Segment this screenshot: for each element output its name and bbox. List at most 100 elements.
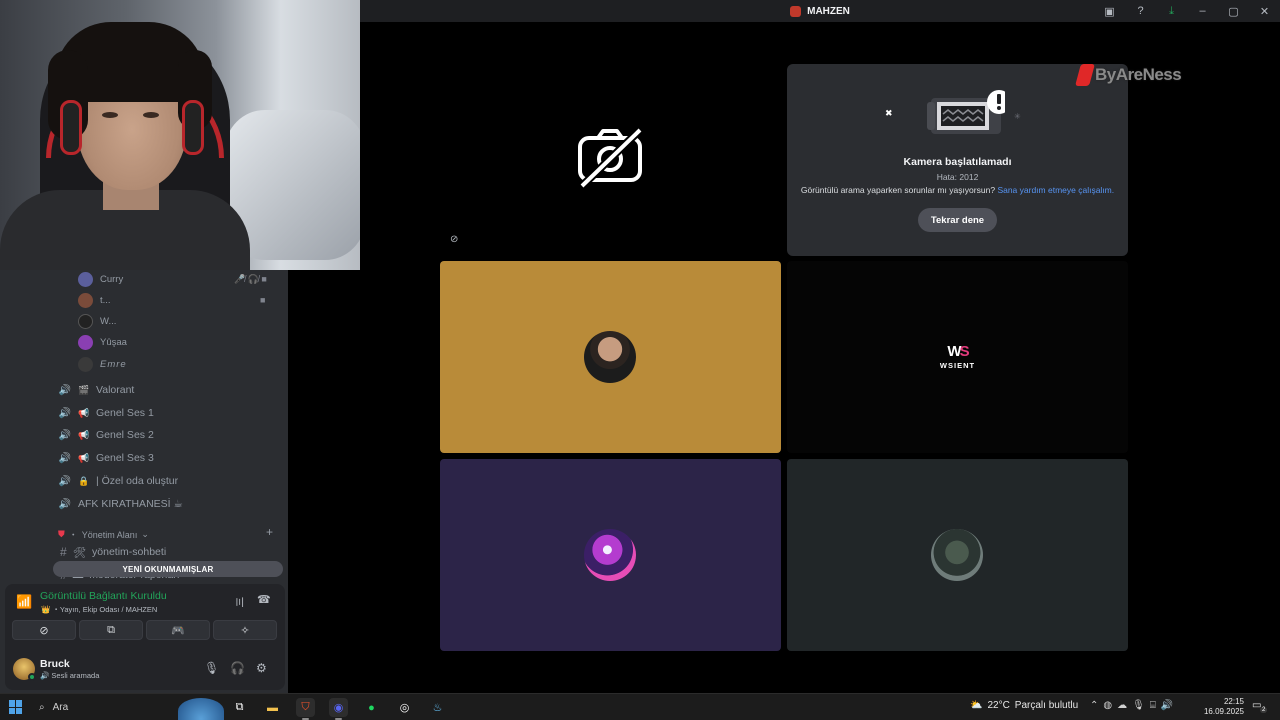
notification-center-icon[interactable]: ▭ 2: [1252, 700, 1268, 713]
webcam-eye-right: [143, 112, 159, 118]
voice-status-title[interactable]: Görüntülü Bağlantı Kuruldu: [40, 590, 167, 602]
member-name: Curry: [100, 273, 124, 285]
windows-start-icon[interactable]: [9, 700, 23, 714]
member-avatar: [78, 356, 93, 372]
soundboard-icon: ✧: [240, 624, 250, 637]
window-title-text: MAHZEN: [807, 5, 850, 17]
watermark-logo-icon: [1075, 64, 1095, 86]
voice-member[interactable]: Yûşaa: [78, 333, 127, 351]
file-explorer-icon[interactable]: ▬: [263, 698, 282, 717]
username[interactable]: Bruck: [40, 658, 70, 670]
system-tray: ⌃ ◍ ☁ 🎙 ⌸ 🔊: [1090, 700, 1173, 711]
volume-icon[interactable]: 🔊: [1161, 700, 1173, 711]
gear-icon[interactable]: ⚙: [256, 661, 267, 675]
voice-member[interactable]: W...: [78, 312, 116, 330]
brave-browser-icon[interactable]: ⛉: [296, 698, 315, 720]
video-tile-participant[interactable]: [440, 459, 781, 651]
minimize-button[interactable]: –: [1187, 0, 1218, 22]
webcam-overlay: [0, 0, 360, 270]
camera-off-icon: ⊘: [39, 624, 49, 637]
help-link[interactable]: Sana yardım etmeye çalışalım.: [997, 185, 1114, 195]
sparkle-x-icon: ✖: [885, 108, 893, 118]
headphones-icon[interactable]: 🎧: [230, 661, 245, 675]
chevron-up-icon[interactable]: ⌃: [1090, 700, 1098, 711]
voice-channel-ozel-oda[interactable]: 🔊 🔒 | Özel oda oluştur: [58, 471, 178, 491]
video-tile-participant[interactable]: [440, 261, 781, 453]
server-icon: [790, 5, 802, 17]
voice-channel-genel-ses-3[interactable]: 🔊 📢 Genel Ses 3: [58, 448, 154, 468]
title-bar-controls: ▣ ? ⤓ – ▢ ✕: [1094, 0, 1280, 22]
tray-app-icon[interactable]: ◍: [1103, 700, 1112, 711]
watermark-text: ByAreNess: [1095, 65, 1182, 84]
speaker-icon: 🔊: [58, 407, 72, 419]
voice-member[interactable]: t... ■: [78, 291, 265, 309]
screen-share-icon: ⧉: [107, 623, 115, 636]
channel-emoji: 📢: [78, 429, 90, 440]
category-name: Yönetim Alanı: [81, 529, 138, 540]
camera-error-code: Hata: 2012: [936, 172, 979, 182]
soundboard-button[interactable]: ✧: [213, 620, 277, 640]
close-button[interactable]: ✕: [1249, 0, 1280, 22]
shield-icon: ⛊: [58, 529, 65, 539]
create-channel-plus-icon[interactable]: +: [266, 525, 273, 539]
obs-icon[interactable]: ◎: [395, 698, 414, 717]
lock-icon: 🔒: [78, 475, 90, 486]
spotify-icon[interactable]: ●: [362, 698, 381, 717]
camera-error-help: Görüntülü arama yaparken sorunlar mı yaş…: [787, 185, 1128, 195]
category-dot: ・: [68, 530, 78, 540]
discord-app-icon[interactable]: ◉: [329, 698, 348, 720]
new-unreads-pill[interactable]: YENİ OKUNMAMIŞLAR: [53, 561, 283, 577]
inbox-icon[interactable]: ▣: [1094, 0, 1125, 22]
noise-suppression-icon[interactable]: 〣: [234, 594, 245, 610]
channel-name: AFK KIRATHANESİ ☕: [78, 498, 183, 510]
member-avatar: [78, 271, 93, 287]
channel-name: Valorant: [96, 384, 135, 396]
text-channel-yonetim-sohbeti[interactable]: # 🛠 yönetim-sohbeti: [60, 545, 166, 559]
ws-logo-text: WSIENT: [939, 361, 976, 370]
download-icon[interactable]: ⤓: [1156, 0, 1187, 22]
taskbar-search[interactable]: ⌕ Ara: [34, 697, 174, 718]
task-view-icon[interactable]: ⧉: [230, 698, 249, 717]
video-tile-stream[interactable]: WS WSIENT: [787, 261, 1128, 453]
voice-channel-valorant[interactable]: 🔊 🎬 Valorant: [58, 380, 135, 400]
member-name: t...: [100, 294, 111, 306]
member-avatar: [78, 334, 93, 350]
voice-channel-genel-ses-1[interactable]: 🔊 📢 Genel Ses 1: [58, 403, 154, 423]
disconnect-phone-icon[interactable]: ☎: [257, 593, 271, 606]
camera-toggle-button[interactable]: ⊘: [12, 620, 76, 640]
voice-member[interactable]: Curry 🎤̸ 🎧̸ ■: [78, 270, 267, 288]
retry-button[interactable]: Tekrar dene: [918, 208, 997, 232]
help-icon[interactable]: ?: [1125, 0, 1156, 22]
taskbar-clock[interactable]: 22:15 16.09.2025: [1198, 697, 1244, 717]
activity-button[interactable]: 🎮: [146, 620, 210, 640]
camera-off-icon: [578, 128, 643, 188]
voice-channel-genel-ses-2[interactable]: 🔊 📢 Genel Ses 2: [58, 425, 154, 445]
cloud-icon[interactable]: ☁: [1117, 700, 1127, 711]
gamepad-icon: 🎮: [171, 624, 185, 637]
video-tile-participant[interactable]: [787, 459, 1128, 651]
speaker-icon: 🔊: [58, 475, 72, 487]
category-yonetim-alani[interactable]: ⛊ ・ Yönetim Alanı ⌄: [58, 528, 149, 541]
member-status-icons: ■: [260, 295, 266, 305]
channel-name: Genel Ses 1: [96, 407, 154, 419]
window-title: MAHZEN: [790, 5, 850, 17]
stream-watermark: ByAreNess: [1075, 64, 1182, 86]
steam-icon[interactable]: ♨: [428, 698, 447, 717]
hide-self-view-icon[interactable]: ⊘: [450, 234, 458, 245]
tray-microphone-icon[interactable]: 🎙: [1132, 700, 1145, 711]
camera-error-card: ✖ ✳ Kamera başlatılamadı Hata: 2012 Görü…: [787, 64, 1128, 256]
voice-member[interactable]: Emre: [78, 355, 127, 373]
maximize-button[interactable]: ▢: [1218, 0, 1249, 22]
user-status: 🔊 Sesli aramada: [40, 671, 100, 680]
voice-channel-path[interactable]: 👑 ・Yayın, Ekip Odası / MAHZEN: [41, 604, 157, 615]
voice-connection-panel: 📶 Görüntülü Bağlantı Kuruldu 👑 ・Yayın, E…: [5, 584, 285, 648]
screen-share-button[interactable]: ⧉: [79, 620, 143, 640]
weather-globe-icon: [178, 698, 224, 720]
weather-widget[interactable]: ⛅ 22°C Parçalı bulutlu: [970, 700, 1078, 711]
network-icon[interactable]: ⌸: [1150, 700, 1156, 711]
weather-desc: Parçalı bulutlu: [1014, 700, 1079, 711]
sparkle-icon: ✳: [1014, 112, 1021, 121]
microphone-icon[interactable]: 🎙: [204, 661, 219, 675]
voice-channel-afk[interactable]: 🔊 AFK KIRATHANESİ ☕: [58, 494, 183, 514]
channel-name: Genel Ses 2: [96, 429, 154, 441]
